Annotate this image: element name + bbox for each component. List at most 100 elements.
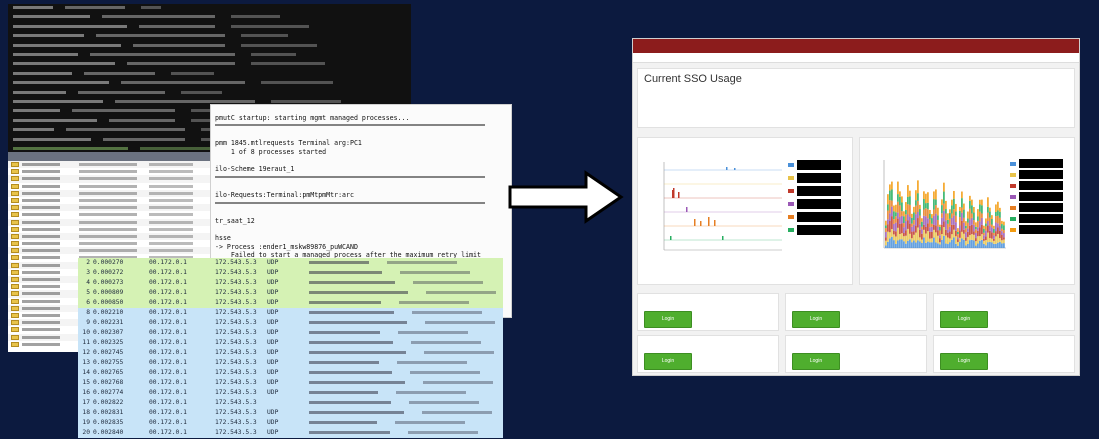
usage-chart-panel-left	[637, 137, 853, 285]
chart-bar	[911, 231, 913, 239]
chart-bar	[931, 214, 933, 219]
chart-bar	[895, 216, 897, 223]
file-list-item[interactable]	[8, 183, 218, 190]
packet-row[interactable]: 17 0.002822 00.172.0.1 172.543.5.3	[78, 398, 503, 408]
login-button[interactable]: Login	[940, 353, 988, 370]
file-list-item[interactable]	[8, 247, 218, 255]
timeline-chart	[663, 162, 782, 251]
packet-row[interactable]: 13 0.002755 00.172.0.1 172.543.5.3 UDP	[78, 358, 503, 368]
packet-row[interactable]: 6 0.000850 00.172.0.1 172.543.5.3 UDP	[78, 298, 503, 308]
packet-row[interactable]: 16 0.002774 00.172.0.1 172.543.5.3 UDP	[78, 388, 503, 398]
chart-bar	[913, 234, 915, 241]
service-panel-1: Login	[637, 293, 779, 331]
chart-bar	[975, 229, 977, 233]
file-list-item[interactable]	[8, 175, 218, 183]
chart-panel-header	[638, 138, 852, 144]
chart-bar	[955, 243, 957, 248]
file-list-item[interactable]	[8, 211, 218, 218]
folder-icon	[11, 226, 19, 232]
packet-cell-p: UDP	[267, 269, 279, 276]
packet-cell-s: 00.172.0.1	[149, 389, 187, 396]
chart-bar	[678, 192, 680, 198]
chart-bar	[935, 213, 937, 226]
chart-bar	[921, 218, 923, 222]
packet-row[interactable]: 10 0.002307 00.172.0.1 172.543.5.3 UDP	[78, 328, 503, 338]
chart-bar	[945, 220, 947, 230]
packet-row[interactable]: 20 0.002840 00.172.0.1 172.543.5.3 UDP	[78, 428, 503, 438]
packet-cell-p: UDP	[267, 279, 279, 286]
chart-bar	[905, 214, 907, 222]
chart-bar	[905, 210, 907, 215]
file-list-item[interactable]	[8, 232, 218, 241]
terminal-line	[8, 23, 411, 32]
packet-cell-d: 172.543.5.3	[215, 259, 257, 266]
chart-bar	[971, 217, 973, 225]
login-button[interactable]: Login	[792, 353, 840, 370]
file-list-item[interactable]	[8, 218, 218, 226]
file-list-item[interactable]	[8, 226, 218, 233]
login-button[interactable]: Login	[644, 353, 692, 370]
file-list-item[interactable]	[8, 189, 218, 197]
chart-bar	[999, 241, 1001, 248]
packet-cell-info	[307, 278, 503, 288]
login-button[interactable]: Login	[940, 311, 988, 328]
packet-row[interactable]: 12 0.002745 00.172.0.1 172.543.5.3 UDP	[78, 348, 503, 358]
login-button[interactable]: Login	[792, 311, 840, 328]
chart-bar	[887, 241, 889, 248]
file-list-item[interactable]	[8, 168, 218, 175]
login-button[interactable]: Login	[644, 311, 692, 328]
packet-cell-s: 00.172.0.1	[149, 309, 187, 316]
packet-row[interactable]: 11 0.002325 00.172.0.1 172.543.5.3 UDP	[78, 338, 503, 348]
redacted-block	[797, 185, 841, 196]
chart-bar	[981, 224, 983, 235]
chart-bar	[925, 242, 927, 248]
packet-row[interactable]: 3 0.000272 00.172.0.1 172.543.5.3 UDP	[78, 268, 503, 278]
packet-row[interactable]: 19 0.002835 00.172.0.1 172.543.5.3 UDP	[78, 418, 503, 428]
chart-bar	[961, 238, 963, 248]
chart-bar	[933, 237, 935, 248]
chart-bar	[887, 231, 889, 242]
chart-bar	[951, 224, 953, 235]
console-line	[211, 174, 511, 183]
packet-row[interactable]: 2 0.000270 00.172.0.1 172.543.5.3 UDP	[78, 258, 503, 268]
chart-bar	[911, 238, 913, 243]
packet-cell-d: 172.543.5.3	[215, 279, 257, 286]
chart-bar	[915, 225, 917, 233]
chart-bar	[987, 206, 989, 213]
packet-row[interactable]: 18 0.002831 00.172.0.1 172.543.5.3 UDP	[78, 408, 503, 418]
chart-bar	[981, 213, 983, 218]
packet-row[interactable]: 8 0.002210 00.172.0.1 172.543.5.3 UDP	[78, 308, 503, 318]
chart-bar	[911, 213, 913, 218]
packet-cell-p: UDP	[267, 429, 279, 436]
file-list-item[interactable]	[8, 204, 218, 212]
redacted-block	[1019, 159, 1063, 168]
chart-bar	[891, 189, 893, 201]
file-list-item[interactable]	[8, 240, 218, 247]
chart-bar	[913, 206, 915, 213]
packet-cell-d: 172.543.5.3	[215, 399, 257, 406]
packet-cell-n: 8	[86, 309, 90, 316]
chart-bar	[947, 232, 949, 238]
packet-row[interactable]: 4 0.000273 00.172.0.1 172.543.5.3 UDP	[78, 278, 503, 288]
packet-row[interactable]: 15 0.002768 00.172.0.1 172.543.5.3 UDP	[78, 378, 503, 388]
packet-cell-d: 172.543.5.3	[215, 319, 257, 326]
chart-bar	[913, 224, 915, 232]
file-list-item[interactable]	[8, 161, 218, 169]
legend-swatch	[1010, 161, 1016, 166]
chart-bar	[963, 203, 965, 210]
chart-bar	[893, 223, 895, 231]
packet-cell-t: 0.002231	[93, 319, 124, 326]
right-arrow-icon	[508, 170, 624, 224]
packet-cell-s: 00.172.0.1	[149, 329, 187, 336]
chart-bar	[955, 236, 957, 244]
packet-row[interactable]: 9 0.002231 00.172.0.1 172.543.5.3 UDP	[78, 318, 503, 328]
chart-bar	[893, 205, 895, 212]
chart-bar	[981, 199, 983, 206]
chart-bar	[901, 196, 903, 203]
packet-row[interactable]: 14 0.002765 00.172.0.1 172.543.5.3 UDP	[78, 368, 503, 378]
chart-bar	[925, 203, 927, 209]
chart-bar	[941, 199, 943, 206]
packet-row[interactable]: 5 0.000809 00.172.0.1 172.543.5.3 UDP	[78, 288, 503, 298]
file-list-item[interactable]	[8, 197, 218, 204]
packet-cell-info	[307, 358, 503, 368]
